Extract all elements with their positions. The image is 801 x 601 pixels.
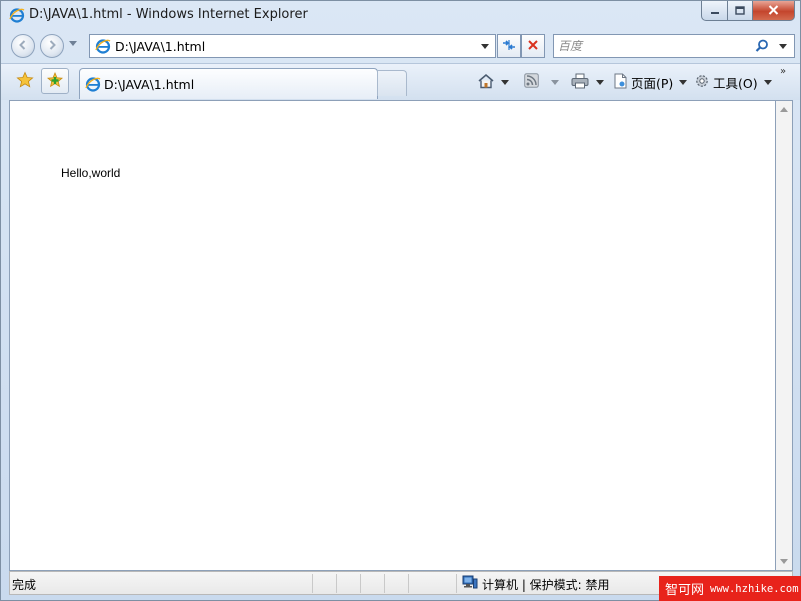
status-divider (336, 574, 337, 593)
status-divider (312, 574, 313, 593)
page-ie-icon (95, 38, 111, 54)
status-divider (456, 574, 457, 593)
favorites-center-button[interactable] (11, 68, 39, 94)
tools-menu[interactable]: 工具(O) (694, 72, 772, 92)
forward-icon (46, 39, 58, 54)
minimize-button[interactable] (701, 1, 728, 21)
search-box[interactable] (553, 34, 795, 58)
tools-menu-label: 工具(O) (713, 75, 758, 91)
tab-label: D:\JAVA\1.html (104, 77, 195, 92)
rss-feed-icon (524, 73, 539, 91)
home-icon (477, 73, 495, 92)
watermark-name: 智可网 (665, 583, 705, 598)
page-content-area[interactable]: Hello,world (9, 100, 776, 571)
address-text[interactable]: D:\JAVA\1.html (115, 39, 205, 54)
close-icon (768, 4, 779, 18)
maximize-button[interactable] (727, 1, 753, 21)
page-icon (613, 73, 628, 92)
security-zone[interactable]: 计算机 | 保护模式: 禁用 (462, 575, 610, 593)
site-watermark: 智可网 www.hzhike.com (659, 576, 801, 601)
tab-current-page[interactable]: D:\JAVA\1.html (79, 68, 378, 99)
watermark-url: www.hzhike.com (710, 582, 799, 595)
feeds-chevron-down-icon[interactable] (551, 79, 559, 85)
status-divider (384, 574, 385, 593)
add-to-favorites-button[interactable] (41, 68, 69, 94)
scroll-down-arrow-icon[interactable] (780, 559, 788, 564)
new-tab-button[interactable] (377, 70, 407, 96)
print-button[interactable] (571, 72, 604, 92)
page-menu[interactable]: 页面(P) (613, 72, 688, 92)
page-text: Hello,world (61, 166, 121, 180)
feeds-button[interactable] (524, 72, 559, 92)
page-chevron-down-icon (679, 79, 688, 85)
more-commands-chevron-icon[interactable]: » (780, 66, 786, 77)
ie-logo-icon (9, 7, 25, 23)
refresh-button[interactable] (497, 34, 521, 58)
vertical-scrollbar[interactable] (776, 100, 793, 571)
close-button[interactable] (752, 1, 795, 21)
navigation-bar: D:\JAVA\1.html (1, 31, 800, 63)
address-bar[interactable]: D:\JAVA\1.html (89, 34, 496, 58)
tools-chevron-down-icon (763, 79, 772, 85)
status-divider (360, 574, 361, 593)
scroll-up-arrow-icon[interactable] (780, 107, 788, 112)
back-icon (17, 39, 29, 54)
print-chevron-down-icon[interactable] (596, 79, 604, 85)
recent-pages-chevron-down-icon[interactable] (69, 41, 77, 46)
page-menu-label: 页面(P) (631, 75, 674, 91)
print-icon (571, 73, 589, 92)
tab-and-command-bar: D:\JAVA\1.html 页面(P) 工具(O) » (1, 63, 800, 100)
forward-button[interactable] (40, 34, 64, 58)
home-chevron-down-icon[interactable] (501, 79, 509, 85)
add-favorite-icon (46, 71, 64, 92)
stop-icon (527, 39, 539, 54)
stop-button[interactable] (521, 34, 545, 58)
tools-gear-icon (694, 73, 710, 92)
back-button[interactable] (11, 34, 35, 58)
computer-zone-icon (462, 575, 478, 593)
home-button[interactable] (477, 72, 509, 92)
minimize-icon (710, 4, 720, 18)
maximize-icon (735, 4, 745, 18)
refresh-icon (501, 38, 517, 55)
window-title: D:\JAVA\1.html - Windows Internet Explor… (29, 7, 308, 22)
ie-window: D:\JAVA\1.html - Windows Internet Explor… (0, 0, 801, 601)
search-input[interactable] (558, 38, 748, 54)
security-zone-text: 计算机 | 保护模式: 禁用 (482, 577, 610, 592)
favorites-star-icon (16, 71, 34, 92)
status-text: 完成 (12, 578, 37, 592)
search-provider-chevron-down-icon[interactable] (779, 44, 787, 49)
address-dropdown-chevron-down-icon[interactable] (481, 44, 489, 49)
search-icon[interactable] (755, 39, 769, 56)
tab-ie-icon (85, 76, 101, 92)
title-bar[interactable]: D:\JAVA\1.html - Windows Internet Explor… (1, 1, 800, 31)
status-divider (408, 574, 409, 593)
